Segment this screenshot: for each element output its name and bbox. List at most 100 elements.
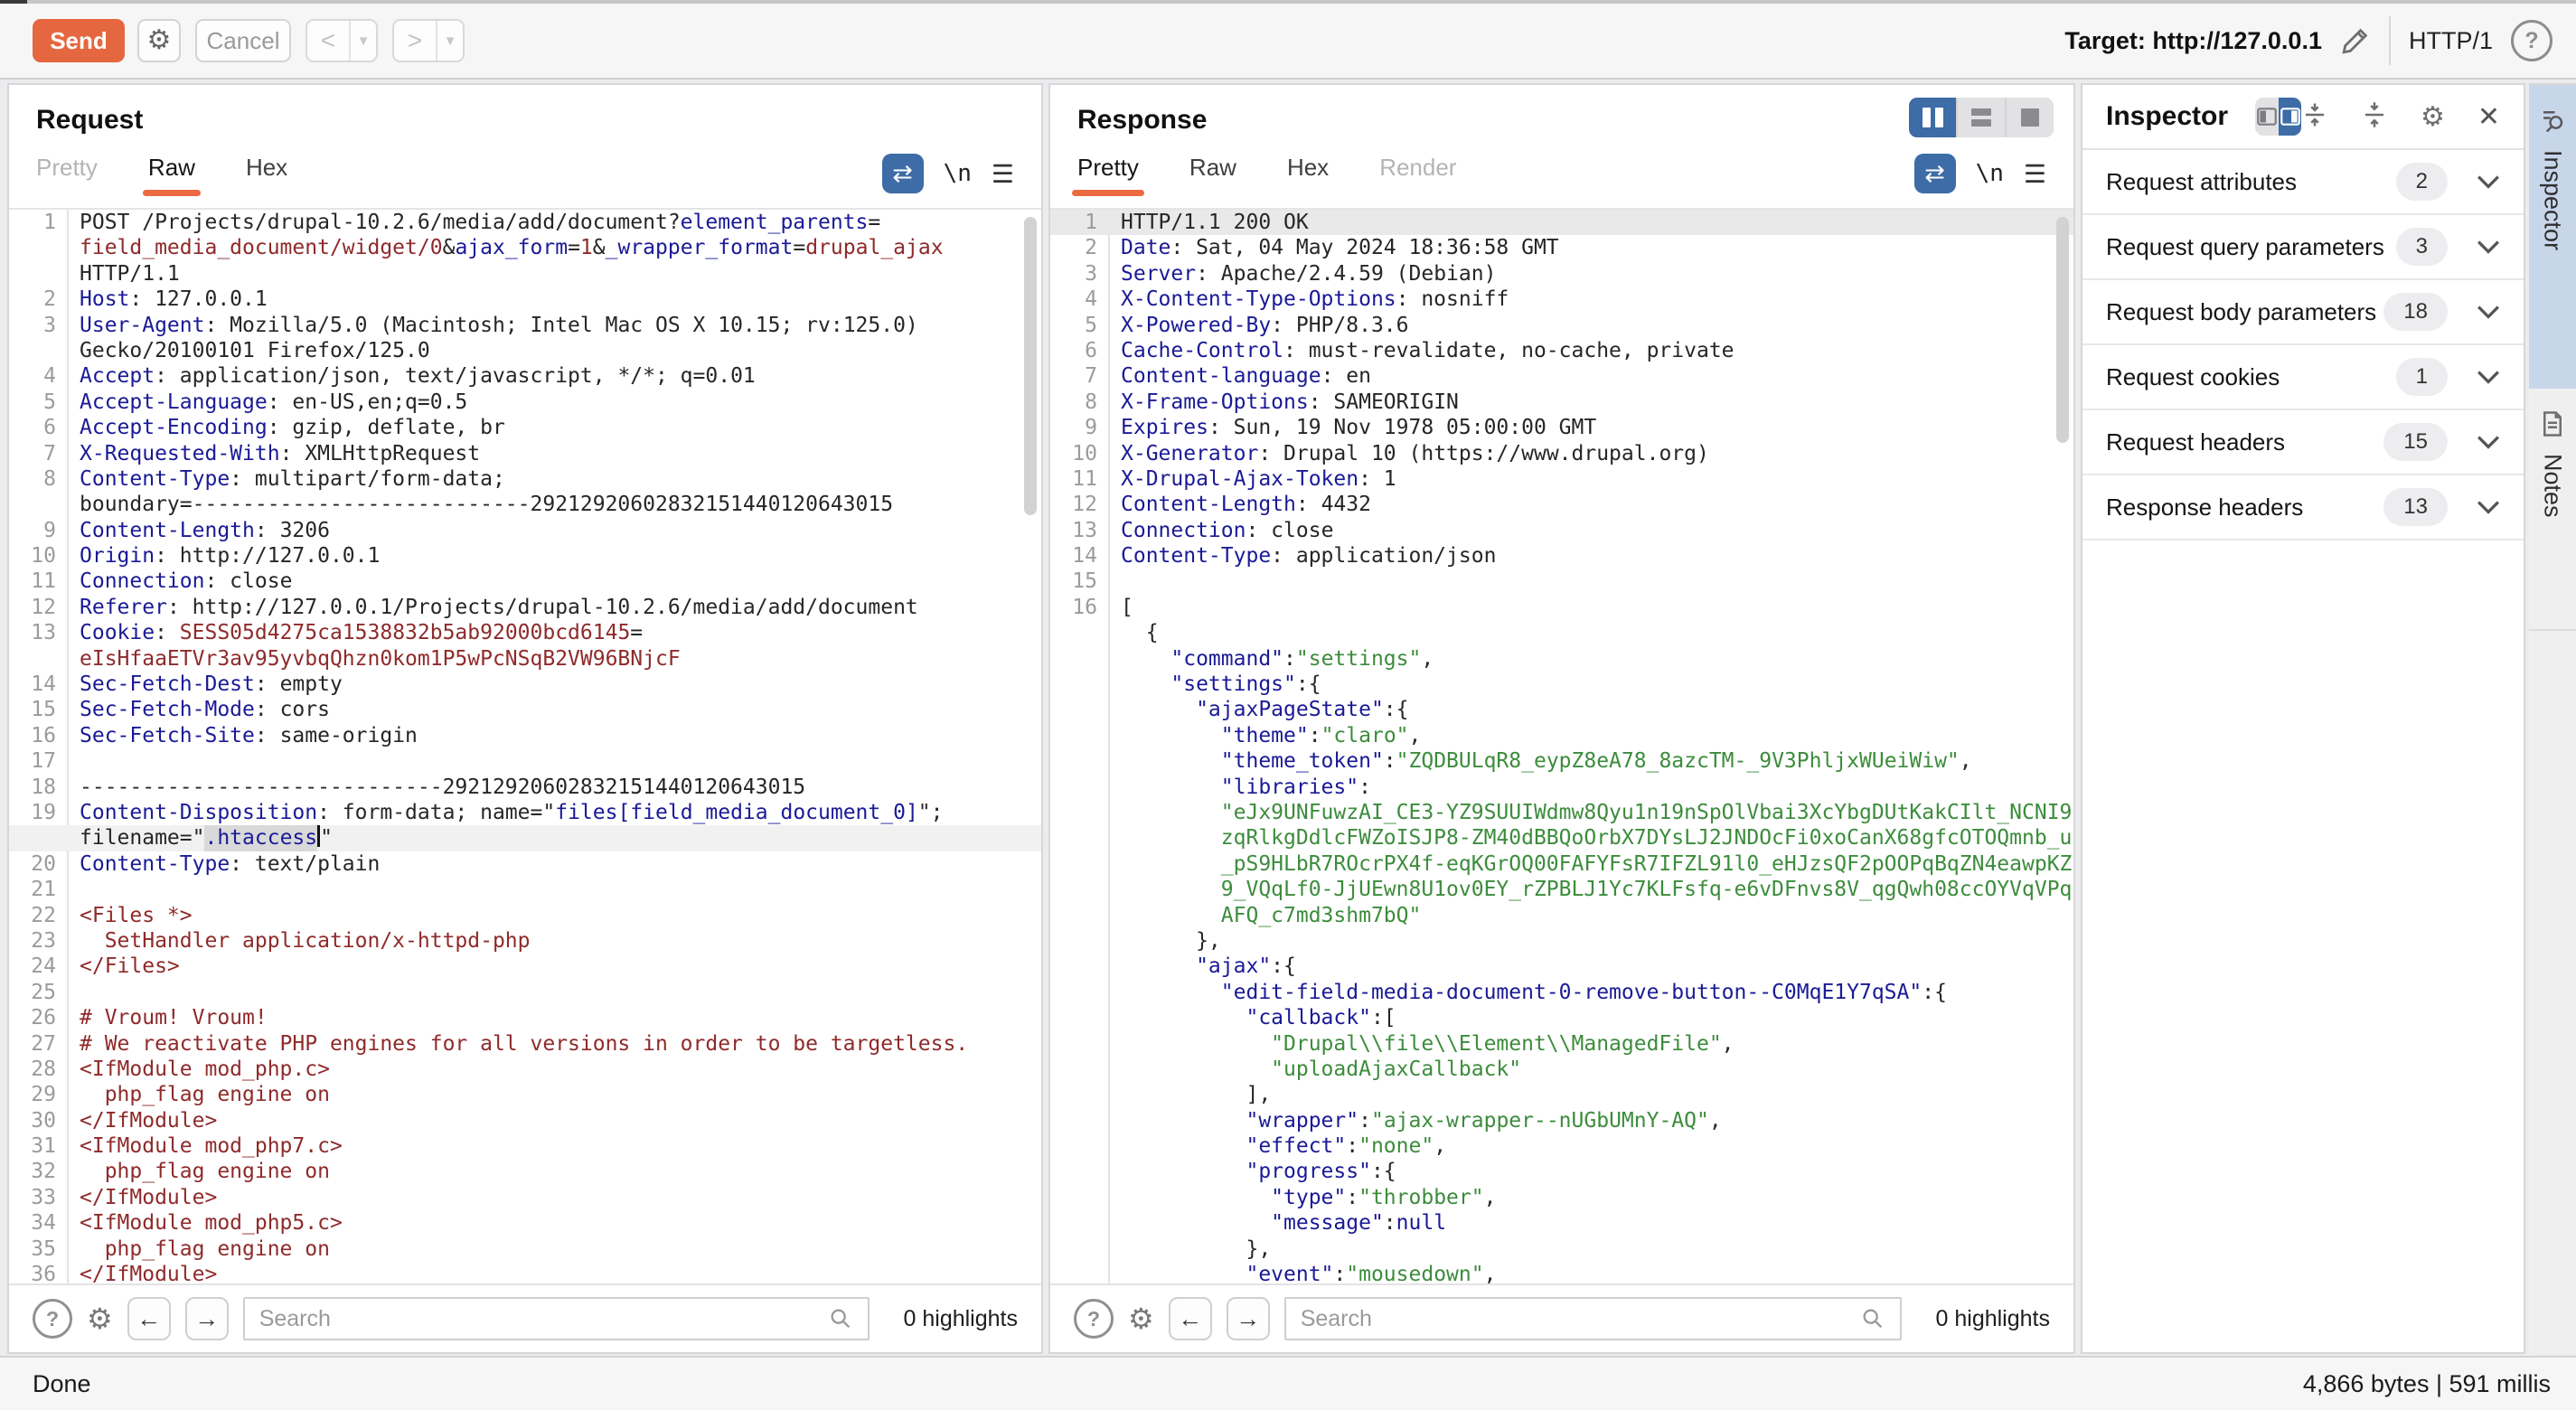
code-line[interactable]: 7Content-language: en xyxy=(1050,363,2073,389)
code-line[interactable]: }, xyxy=(1050,928,2073,954)
code-line[interactable]: "uploadAjaxCallback" xyxy=(1050,1057,2073,1082)
code-line[interactable]: 11Connection: close xyxy=(9,569,1041,594)
tab-pretty[interactable]: Pretty xyxy=(1077,154,1139,198)
code-line[interactable]: 4Accept: application/json, text/javascri… xyxy=(9,363,1041,389)
chevron-down-icon[interactable] xyxy=(2477,435,2500,449)
code-line[interactable]: 17 xyxy=(9,748,1041,774)
layout-single-button[interactable] xyxy=(2005,98,2054,137)
code-line[interactable]: 14Sec-Fetch-Dest: empty xyxy=(9,672,1041,697)
search-prev-button[interactable]: ← xyxy=(127,1297,171,1340)
inspector-section-response-headers[interactable]: Response headers13 xyxy=(2082,475,2524,540)
code-line[interactable]: "ajax":{ xyxy=(1050,954,2073,979)
code-line[interactable]: 29 php_flag engine on xyxy=(9,1082,1041,1107)
close-icon[interactable]: ✕ xyxy=(2477,101,2500,133)
chevron-down-icon[interactable] xyxy=(2477,174,2500,189)
code-line[interactable]: 21 xyxy=(9,877,1041,902)
code-line[interactable]: 10X-Generator: Drupal 10 (https://www.dr… xyxy=(1050,441,2073,466)
tab-hex[interactable]: Hex xyxy=(1287,154,1329,198)
inspector-section-request-cookies[interactable]: Request cookies1 xyxy=(2082,345,2524,410)
code-line[interactable]: 8Content-Type: multipart/form-data; xyxy=(9,466,1041,492)
word-wrap-toggle[interactable]: ⇄ xyxy=(882,154,924,193)
code-line[interactable]: "effect":"none", xyxy=(1050,1133,2073,1159)
code-line[interactable]: 7X-Requested-With: XMLHttpRequest xyxy=(9,441,1041,466)
dock-right-button[interactable] xyxy=(2279,98,2301,136)
code-line[interactable]: field_media_document/widget/0&ajax_form=… xyxy=(9,235,1041,260)
code-line[interactable]: 32 php_flag engine on xyxy=(9,1159,1041,1184)
code-line[interactable]: 24</Files> xyxy=(9,954,1041,979)
code-line[interactable]: 27# We reactivate PHP engines for all ve… xyxy=(9,1031,1041,1057)
code-line[interactable]: 20Content-Type: text/plain xyxy=(9,851,1041,877)
expand-all-icon[interactable] xyxy=(2301,101,2328,133)
code-line[interactable]: "type":"throbber", xyxy=(1050,1185,2073,1210)
code-line[interactable]: 15 xyxy=(1050,569,2073,594)
code-line[interactable]: "wrapper":"ajax-wrapper--nUGbUMnY-AQ", xyxy=(1050,1108,2073,1133)
editor-menu-icon[interactable]: ☰ xyxy=(2024,159,2046,189)
code-line[interactable]: "command":"settings", xyxy=(1050,646,2073,672)
search-settings-icon[interactable]: ⚙ xyxy=(87,1302,113,1336)
layout-rows-button[interactable] xyxy=(1956,98,2005,137)
request-editor[interactable]: 1POST /Projects/drupal-10.2.6/media/add/… xyxy=(9,208,1041,1283)
show-newlines-toggle[interactable]: \n xyxy=(1976,160,2004,187)
tab-render[interactable]: Render xyxy=(1379,154,1456,198)
code-line[interactable]: "ajaxPageState":{ xyxy=(1050,697,2073,722)
code-line[interactable]: 1HTTP/1.1 200 OK xyxy=(1050,210,2073,235)
code-line[interactable]: "callback":[ xyxy=(1050,1005,2073,1030)
code-line[interactable]: 30</IfModule> xyxy=(9,1108,1041,1133)
code-line[interactable]: 36</IfModule> xyxy=(9,1262,1041,1283)
code-line[interactable]: 6Accept-Encoding: gzip, deflate, br xyxy=(9,415,1041,440)
code-line[interactable]: "event":"mousedown", xyxy=(1050,1262,2073,1283)
code-line[interactable]: _pS9HLbR7ROcrPX4f-eqKGrOQ00FAFYFsR7IFZL9… xyxy=(1050,851,2073,877)
search-next-button[interactable]: → xyxy=(1227,1297,1270,1340)
search-prev-button[interactable]: ← xyxy=(1169,1297,1212,1340)
search-next-button[interactable]: → xyxy=(185,1297,229,1340)
chevron-right-icon[interactable]: > xyxy=(394,21,436,61)
code-line[interactable]: 3User-Agent: Mozilla/5.0 (Macintosh; Int… xyxy=(9,313,1041,338)
chevron-down-icon[interactable] xyxy=(2477,305,2500,319)
code-line[interactable]: ], xyxy=(1050,1082,2073,1107)
chevron-down-icon[interactable] xyxy=(2477,240,2500,254)
code-line[interactable]: 23 SetHandler application/x-httpd-php xyxy=(9,928,1041,954)
code-line[interactable]: 25 xyxy=(9,980,1041,1005)
code-line[interactable]: "progress":{ xyxy=(1050,1159,2073,1184)
edit-target-icon[interactable] xyxy=(2340,25,2371,56)
tab-raw[interactable]: Raw xyxy=(148,154,195,198)
code-line[interactable]: 5X-Powered-By: PHP/8.3.6 xyxy=(1050,313,2073,338)
send-button[interactable]: Send xyxy=(33,19,125,62)
code-line[interactable]: HTTP/1.1 xyxy=(9,261,1041,287)
code-line[interactable]: 26# Vroum! Vroum! xyxy=(9,1005,1041,1030)
prev-dropdown-icon[interactable]: ▼ xyxy=(349,21,376,61)
collapse-all-icon[interactable] xyxy=(2361,101,2388,133)
layout-columns-button[interactable] xyxy=(1909,98,1956,137)
code-line[interactable]: 9_VQqLf0-JjUEwn8U1ov0EY_rZPBLJ1Yc7KLFsfq… xyxy=(1050,877,2073,902)
search-help-icon[interactable]: ? xyxy=(33,1299,72,1339)
chevron-down-icon[interactable] xyxy=(2477,370,2500,384)
response-scrollbar[interactable] xyxy=(2056,217,2069,443)
code-line[interactable]: 28<IfModule mod_php.c> xyxy=(9,1057,1041,1082)
code-line[interactable]: 33</IfModule> xyxy=(9,1185,1041,1210)
code-line[interactable]: 5Accept-Language: en-US,en;q=0.5 xyxy=(9,390,1041,415)
inspector-section-request-headers[interactable]: Request headers15 xyxy=(2082,410,2524,475)
code-line[interactable]: 3Server: Apache/2.4.59 (Debian) xyxy=(1050,261,2073,287)
code-line[interactable]: 34<IfModule mod_php5.c> xyxy=(9,1210,1041,1236)
search-help-icon[interactable]: ? xyxy=(1074,1299,1114,1339)
code-line[interactable]: 6Cache-Control: must-revalidate, no-cach… xyxy=(1050,338,2073,363)
request-scrollbar[interactable] xyxy=(1024,217,1037,515)
code-line[interactable]: "libraries": xyxy=(1050,775,2073,800)
chevron-down-icon[interactable] xyxy=(2477,500,2500,514)
cancel-button[interactable]: Cancel xyxy=(195,19,291,62)
code-line[interactable]: Gecko/20100101 Firefox/125.0 xyxy=(9,338,1041,363)
code-line[interactable]: 12Referer: http://127.0.0.1/Projects/dru… xyxy=(9,595,1041,620)
code-line[interactable]: 9Content-Length: 3206 xyxy=(9,518,1041,543)
rail-tab-notes[interactable]: Notes xyxy=(2529,389,2576,631)
code-line[interactable]: 10Origin: http://127.0.0.1 xyxy=(9,543,1041,569)
prev-request-button[interactable]: < ▼ xyxy=(306,19,378,62)
next-request-button[interactable]: > ▼ xyxy=(392,19,465,62)
code-line[interactable]: 2Host: 127.0.0.1 xyxy=(9,287,1041,312)
code-line[interactable]: "theme_token":"ZQDBULqR8_eypZ8eA78_8azcT… xyxy=(1050,748,2073,774)
code-line[interactable]: 12Content-Length: 4432 xyxy=(1050,492,2073,517)
rail-tab-inspector[interactable]: Inspector xyxy=(2529,85,2576,389)
code-line[interactable]: 9Expires: Sun, 19 Nov 1978 05:00:00 GMT xyxy=(1050,415,2073,440)
code-line[interactable]: 22<Files *> xyxy=(9,903,1041,928)
code-line[interactable]: 18-----------------------------292129206… xyxy=(9,775,1041,800)
search-input[interactable]: Search xyxy=(1284,1297,1902,1340)
